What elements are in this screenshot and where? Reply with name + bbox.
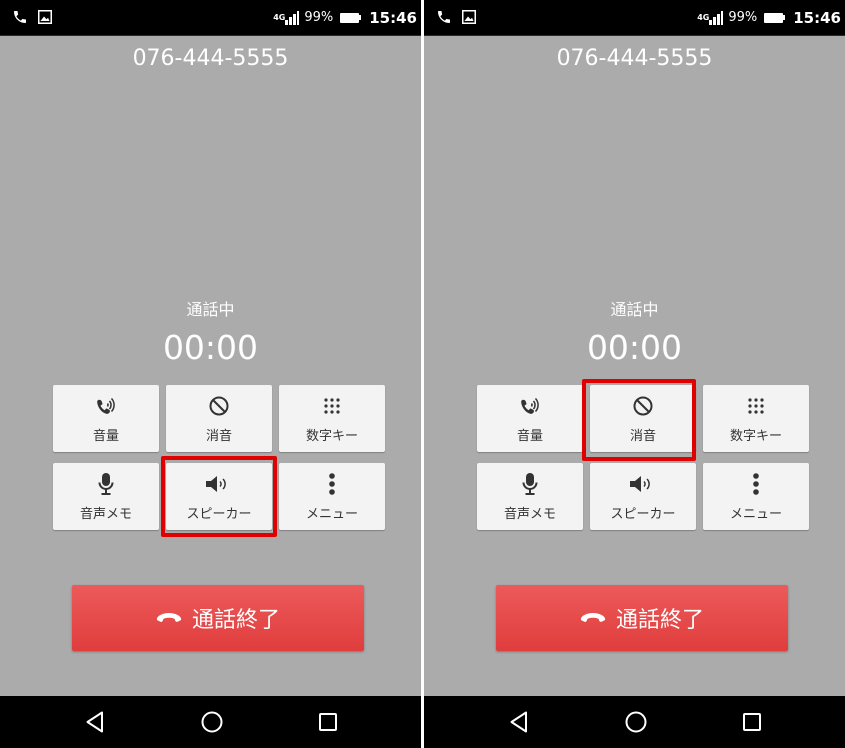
mute-icon [209,396,229,416]
volume-button-label: 音量 [92,429,119,444]
end-call-label: 通話終了 [615,608,704,633]
end-call-button[interactable]: 通話終了 [496,585,788,651]
navigation-bar [424,696,845,748]
status-time: 15:46 [793,8,841,27]
dialpad-icon [324,398,340,414]
call-timer: 00:00 [162,328,259,367]
navigation-bar [0,696,421,748]
keypad-button[interactable]: 数字キー [703,385,809,452]
more-vertical-icon [753,473,759,495]
more-vertical-icon [329,473,335,495]
image-icon [38,10,52,24]
battery-icon [764,12,786,23]
mute-highlight-frame [582,379,696,461]
microphone-icon [522,473,538,495]
network-indicator: 4G [273,10,300,25]
phone-number: 076-444-5555 [132,46,289,71]
mute-button-label: 消音 [205,429,232,444]
battery-icon [340,12,362,23]
battery-percent: 99% [304,10,334,25]
volume-button[interactable]: 音量 [53,385,159,452]
keypad-button[interactable]: 数字キー [279,385,385,452]
menu-button-label: メニュー [729,507,782,522]
handset-volume-icon [97,397,115,414]
back-icon[interactable] [84,710,106,734]
call-timer: 00:00 [586,328,683,367]
speaker-highlight-frame [161,456,277,537]
speaker-button[interactable]: スピーカー [590,463,696,530]
back-icon[interactable] [508,710,530,734]
keypad-button-label: 数字キー [729,429,782,444]
volume-button-label: 音量 [516,429,543,444]
speaker-icon [630,476,650,492]
end-call-button[interactable]: 通話終了 [72,585,364,651]
phone-number: 076-444-5555 [556,46,713,71]
phone-call-icon [438,11,450,23]
volume-button[interactable]: 音量 [477,385,583,452]
menu-button-label: メニュー [305,507,358,522]
dialpad-icon [748,398,764,414]
home-icon[interactable] [624,710,648,734]
menu-button[interactable]: メニュー [279,463,385,530]
speaker-button-label: スピーカー [610,507,676,522]
menu-button[interactable]: メニュー [703,463,809,530]
signal-icon [285,10,300,25]
home-icon[interactable] [200,710,224,734]
image-icon [462,10,476,24]
recent-apps-icon[interactable] [318,710,338,734]
keypad-button-label: 数字キー [305,429,358,444]
network-type: 4G [273,12,286,22]
call-screen-left: 4G 99% 15:46 076-444-5555 通話中 00:00 音量 消… [0,0,421,748]
voice-memo-button-label: 音声メモ [79,507,132,522]
battery-percent: 99% [728,10,758,25]
recent-apps-icon[interactable] [742,710,762,734]
phone-call-icon [14,11,26,23]
mute-button[interactable]: 消音 [166,385,272,452]
voice-memo-button-label: 音声メモ [503,507,556,522]
end-call-label: 通話終了 [191,608,280,633]
status-bar: 4G 99% 15:46 [0,0,421,36]
voice-memo-button[interactable]: 音声メモ [477,463,583,530]
network-indicator: 4G [697,10,724,25]
hang-up-icon [580,613,606,622]
voice-memo-button[interactable]: 音声メモ [53,463,159,530]
status-bar: 4G 99% 15:46 [424,0,845,36]
hang-up-icon [156,613,182,622]
call-state: 通話中 [610,300,659,319]
handset-volume-icon [521,397,539,414]
network-type: 4G [697,12,710,22]
call-state: 通話中 [186,300,235,319]
call-screen-right: 4G 99% 15:46 076-444-5555 通話中 00:00 音量 消… [424,0,845,748]
microphone-icon [98,473,114,495]
status-time: 15:46 [369,8,417,27]
signal-icon [709,10,724,25]
